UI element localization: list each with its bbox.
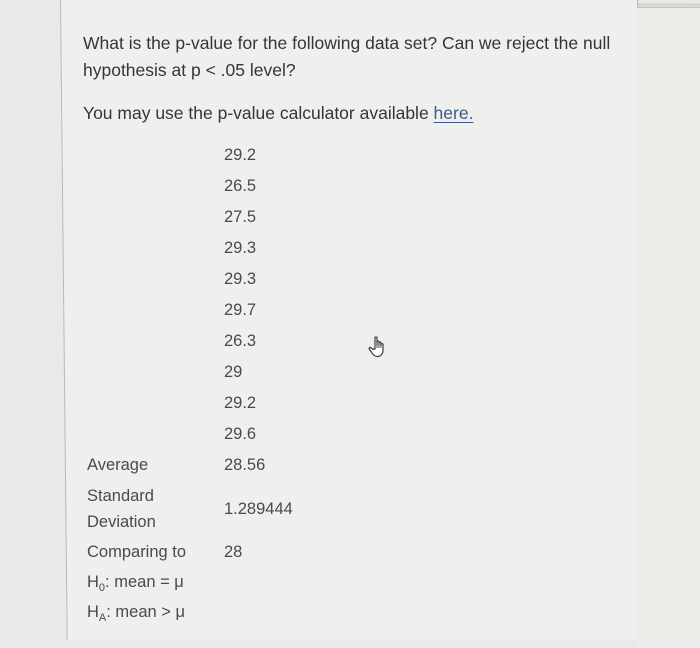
alt-hypothesis: HA: mean > μ	[87, 597, 293, 627]
std-dev-label-line2: Deviation	[87, 513, 156, 531]
std-dev-label-line1: Standard	[87, 487, 154, 505]
null-hypothesis-row: H0: mean = μ	[87, 567, 293, 597]
data-row: 29.3	[87, 233, 293, 264]
question-text: What is the p-value for the following da…	[83, 33, 611, 80]
h0-subscript: 0	[98, 581, 106, 594]
data-row: 29.2	[87, 388, 293, 419]
data-row: 29.7	[87, 295, 293, 326]
data-value: 29.6	[224, 425, 257, 443]
data-row: 27.5	[87, 202, 293, 233]
h0-rest: : mean = μ	[105, 572, 184, 591]
ha-main: H	[87, 602, 99, 621]
hand-pointer-icon	[368, 336, 384, 358]
data-value: 29.3	[224, 239, 257, 257]
data-row: 26.3	[87, 326, 293, 357]
data-row-label	[87, 202, 224, 233]
data-value: 29.7	[224, 301, 257, 319]
data-table: 29.2 26.5 27.5 29.3 29.3 29.7 26.3 29 29.2 29.6 A…	[87, 140, 293, 627]
data-value: 27.5	[224, 208, 257, 226]
data-row: 26.5	[87, 171, 293, 202]
data-row-label	[87, 326, 224, 357]
data-row: 29	[87, 357, 293, 388]
data-value: 26.5	[224, 177, 257, 195]
data-row-label	[87, 419, 224, 450]
data-row: 29.6	[87, 419, 293, 450]
right-panel-edge	[637, 7, 700, 648]
ha-rest: : mean > μ	[106, 602, 186, 621]
data-row-label	[87, 357, 224, 388]
average-label: Average	[87, 456, 149, 474]
alt-hypothesis-row: HA: mean > μ	[87, 597, 293, 627]
average-value: 28.56	[224, 456, 266, 474]
ha-subscript: A	[98, 611, 107, 624]
h0-main: H	[87, 572, 99, 591]
std-dev-value: 1.289444	[224, 499, 293, 518]
data-value: 29	[224, 363, 243, 381]
comparing-row: Comparing to 28	[87, 537, 293, 567]
data-row-label	[87, 295, 224, 326]
std-dev-label: Standard Deviation	[87, 481, 224, 537]
data-value: 29.3	[224, 270, 257, 288]
comparing-label: Comparing to	[87, 542, 187, 561]
data-row: 29.2	[87, 140, 293, 171]
question-content: What is the p-value for the following da…	[83, 30, 623, 127]
calculator-link[interactable]: here.	[434, 103, 474, 123]
data-row-label	[87, 264, 224, 295]
average-row: Average 28.56	[87, 450, 293, 481]
calculator-line: You may use the p-value calculator avail…	[83, 100, 623, 127]
null-hypothesis: H0: mean = μ	[87, 567, 293, 597]
data-row-label	[87, 388, 224, 419]
comparing-value: 28	[224, 542, 243, 561]
data-value: 29.2	[224, 394, 257, 412]
data-value: 26.3	[224, 332, 257, 350]
data-row: 29.3	[87, 264, 293, 295]
data-row-label	[87, 171, 224, 202]
data-row-label	[87, 140, 224, 171]
data-value: 29.2	[224, 146, 257, 164]
calculator-prefix: You may use the p-value calculator avail…	[83, 103, 434, 123]
std-dev-row: Standard Deviation 1.289444	[87, 481, 293, 537]
data-row-label	[87, 233, 224, 264]
